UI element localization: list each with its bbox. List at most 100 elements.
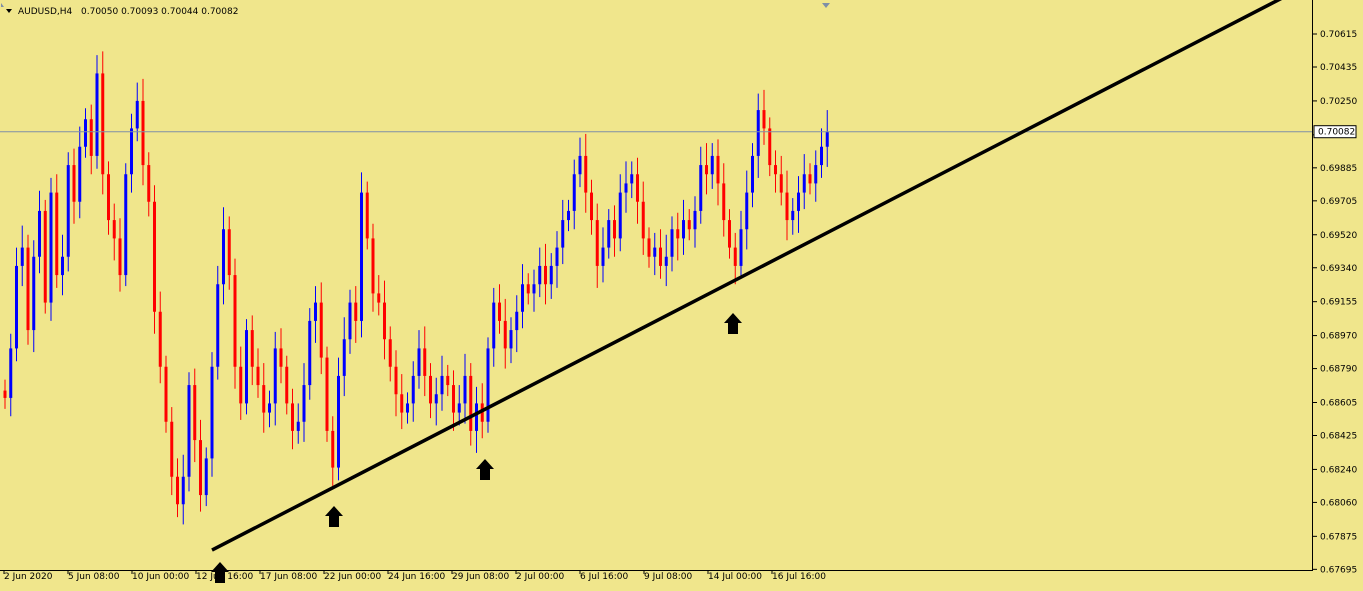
candle-body (141, 100, 145, 166)
candle-body (417, 348, 421, 376)
candle-body (20, 247, 24, 266)
candle-body (618, 192, 622, 239)
candle-body (279, 348, 283, 367)
price-tick-label: 0.68790 (1320, 365, 1357, 375)
chart-window[interactable]: 0.706150.704350.702500.700650.698850.697… (0, 0, 1363, 591)
candle-body (756, 110, 760, 156)
candle-body (515, 311, 519, 331)
candle-body (365, 192, 369, 239)
candle-body (733, 247, 737, 266)
candle-body (371, 238, 375, 294)
candle-body (32, 256, 36, 331)
candle-body (245, 330, 248, 404)
time-tick-label: 2 Jun 2020 (4, 572, 53, 582)
price-tick-label: 0.68060 (1320, 498, 1357, 508)
candle-body (647, 238, 651, 257)
current-price-tag: 0.70082 (1313, 125, 1357, 139)
candle-body (595, 220, 599, 266)
candle-body (745, 192, 749, 230)
candle-body (388, 339, 392, 367)
candle-body (475, 403, 478, 431)
candle-body (762, 110, 766, 129)
candle-body (590, 192, 593, 221)
candle-body (423, 348, 427, 376)
candle-body (84, 119, 87, 147)
price-tick-label: 0.67695 (1320, 565, 1357, 575)
candle-body (15, 265, 18, 349)
candle-body (710, 155, 714, 175)
candle-body (768, 128, 772, 166)
candle-body (296, 421, 300, 431)
candle-body (176, 476, 179, 505)
candle-body (135, 100, 139, 129)
time-tick-label: 2 Jul 00:00 (516, 572, 565, 582)
candle-body (509, 330, 513, 349)
candle-body (624, 183, 628, 193)
candle-body (291, 403, 294, 431)
candle-body (538, 265, 542, 285)
candle-body (682, 220, 685, 239)
time-tick-label: 6 Jul 16:00 (580, 572, 629, 582)
candle-body (613, 220, 616, 239)
candle-body (199, 440, 202, 496)
candle-body (567, 210, 570, 221)
candle-body (61, 256, 64, 276)
candle-body (250, 330, 254, 367)
candle-body (377, 293, 381, 303)
candle-body (457, 403, 461, 413)
candle-body (498, 302, 501, 321)
candle-body (664, 256, 668, 266)
price-tick-label: 0.69155 (1320, 298, 1357, 308)
candle-body (774, 165, 777, 175)
candle-body (319, 302, 323, 358)
candle-body (153, 201, 156, 312)
candle-body (584, 155, 588, 193)
price-tick-label: 0.67875 (1320, 532, 1357, 542)
candle-body (49, 192, 53, 303)
time-tick-label: 29 Jun 08:00 (452, 572, 509, 582)
candle-body (693, 210, 697, 230)
time-tick-label: 9 Jul 08:00 (644, 572, 693, 582)
candle-body (699, 165, 703, 211)
candle-body (521, 284, 524, 312)
candle-body (331, 430, 335, 468)
price-tick-label: 0.68970 (1320, 332, 1357, 342)
candle-body (181, 476, 185, 505)
candle-body (400, 394, 404, 413)
candle-body (578, 155, 582, 175)
candle-body (204, 458, 208, 496)
candle-body (342, 339, 346, 376)
candle-body (273, 348, 277, 404)
candle-body (95, 73, 99, 156)
candle-body (814, 165, 818, 184)
candle-body (147, 165, 151, 202)
candle-body (124, 174, 128, 276)
candle-body (739, 229, 743, 266)
price-tick-label: 0.70615 (1320, 30, 1357, 40)
candle-body (383, 302, 386, 340)
candle-body (486, 348, 490, 422)
price-tick-label: 0.70435 (1320, 63, 1357, 73)
candle-body (469, 375, 473, 431)
candle-body (227, 229, 231, 276)
candle-body (820, 146, 823, 166)
price-tick-label: 0.69885 (1320, 164, 1357, 174)
candle-body (791, 210, 795, 221)
candle-body (630, 174, 634, 184)
candle-body (66, 165, 70, 257)
candle-body (112, 220, 116, 239)
candle-body (55, 192, 59, 276)
candle-body (337, 375, 340, 468)
price-tick-label: 0.69520 (1320, 231, 1357, 241)
price-tick-label: 0.68425 (1320, 432, 1357, 442)
candle-body (636, 174, 639, 202)
candle-body (78, 146, 82, 202)
candle-body (440, 375, 444, 395)
candle-body (302, 385, 306, 422)
candle-body (348, 302, 352, 340)
candle-body (687, 220, 691, 230)
candle-body (825, 132, 829, 147)
candle-body (233, 275, 237, 367)
price-chart[interactable]: 0.706150.704350.702500.700650.698850.697… (0, 0, 1363, 591)
candle-body (325, 357, 329, 431)
